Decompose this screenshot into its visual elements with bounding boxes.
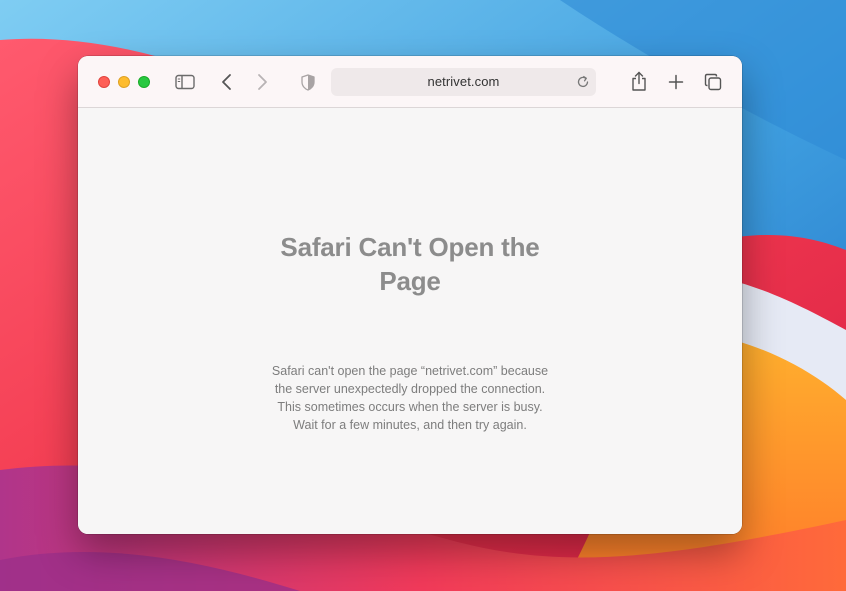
tabs-icon[interactable] (703, 72, 723, 92)
browser-toolbar: netrivet.com (78, 56, 742, 108)
safari-window: netrivet.com Safari Can't Open the Page … (78, 56, 742, 534)
zoom-window-button[interactable] (138, 76, 150, 88)
page-content: Safari Can't Open the Page Safari can't … (78, 108, 742, 534)
chevron-left-icon[interactable] (218, 72, 236, 92)
error-title: Safari Can't Open the Page (280, 232, 540, 296)
desktop: netrivet.com Safari Can't Open the Page … (0, 0, 846, 591)
share-icon[interactable] (629, 70, 649, 92)
shield-icon[interactable] (299, 72, 317, 92)
reload-icon[interactable] (576, 75, 590, 94)
minimize-window-button[interactable] (118, 76, 130, 88)
address-text[interactable]: netrivet.com (331, 74, 596, 89)
error-message: Safari can't open the page “netrivet.com… (271, 364, 549, 432)
plus-icon[interactable] (667, 72, 685, 92)
chevron-right-icon[interactable] (253, 72, 271, 92)
address-bar[interactable]: netrivet.com (331, 68, 596, 96)
sidebar-icon[interactable] (174, 72, 196, 92)
close-window-button[interactable] (98, 76, 110, 88)
